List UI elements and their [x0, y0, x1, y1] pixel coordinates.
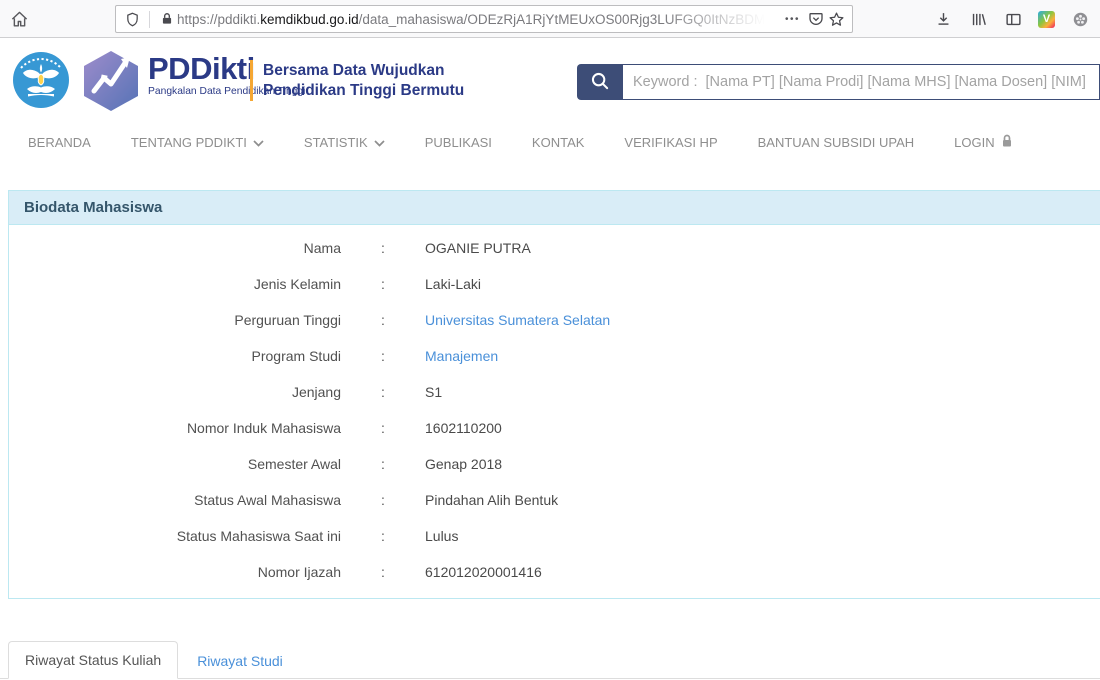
- search-icon: [589, 70, 611, 95]
- extension-v-icon[interactable]: V: [1038, 11, 1055, 28]
- extension-reel-icon[interactable]: [1070, 9, 1090, 29]
- library-icon[interactable]: [968, 9, 988, 29]
- biodata-row-jenis-kelamin: Jenis Kelamin:Laki-Laki: [9, 266, 1100, 302]
- nav-bantuan-subsidi-upah[interactable]: BANTUAN SUBSIDI UPAH: [758, 135, 915, 150]
- chevron-down-icon: [374, 135, 385, 150]
- nav-login[interactable]: LOGIN: [954, 134, 1012, 151]
- page-actions-icon[interactable]: •••: [785, 14, 800, 25]
- program-studi-link[interactable]: Manajemen: [425, 348, 498, 364]
- biodata-panel-body: Nama:OGANIE PUTRA Jenis Kelamin:Laki-Lak…: [9, 225, 1100, 598]
- bookmark-star-icon[interactable]: [826, 9, 846, 29]
- brand-tagline: Bersama Data Wujudkan Pendidikan Tinggi …: [263, 61, 464, 101]
- tagline-line2: Pendidikan Tinggi Bermutu: [263, 81, 464, 101]
- perguruan-tinggi-link[interactable]: Universitas Sumatera Selatan: [425, 312, 610, 328]
- home-icon[interactable]: [8, 8, 30, 30]
- biodata-row-program-studi: Program Studi:Manajemen: [9, 338, 1100, 374]
- biodata-panel: Biodata Mahasiswa Nama:OGANIE PUTRA Jeni…: [8, 190, 1100, 599]
- biodata-row-status-awal: Status Awal Mahasiswa:Pindahan Alih Bent…: [9, 482, 1100, 518]
- main-nav: BERANDA TENTANG PDDIKTI STATISTIK PUBLIK…: [0, 120, 1100, 165]
- nav-kontak[interactable]: KONTAK: [532, 135, 585, 150]
- search-button[interactable]: [577, 64, 623, 100]
- nav-publikasi[interactable]: PUBLIKASI: [425, 135, 492, 150]
- biodata-panel-title: Biodata Mahasiswa: [9, 191, 1100, 225]
- tagline-line1: Bersama Data Wujudkan: [263, 61, 464, 81]
- nav-tentang-pddikti[interactable]: TENTANG PDDIKTI: [131, 135, 264, 150]
- url-path: /data_mahasiswa/ODEzRjA1RjYtMEUxOS00Rjg3…: [359, 12, 766, 27]
- biodata-row-nim: Nomor Induk Mahasiswa:1602110200: [9, 410, 1100, 446]
- biodata-row-nama: Nama:OGANIE PUTRA: [9, 230, 1100, 266]
- url-domain: kemdikbud.go.id: [260, 12, 358, 27]
- nav-beranda[interactable]: BERANDA: [28, 135, 91, 150]
- chevron-down-icon: [253, 135, 264, 150]
- tab-riwayat-status-kuliah[interactable]: Riwayat Status Kuliah: [8, 641, 178, 679]
- tab-riwayat-studi[interactable]: Riwayat Studi: [181, 643, 299, 679]
- search-group: [577, 64, 1100, 100]
- lock-icon: [1001, 134, 1013, 151]
- url-bar[interactable]: https://pddikti.kemdikbud.go.id/data_mah…: [115, 5, 853, 33]
- biodata-row-jenjang: Jenjang:S1: [9, 374, 1100, 410]
- browser-toolbar: https://pddikti.kemdikbud.go.id/data_mah…: [0, 0, 1100, 38]
- brand-divider: [250, 60, 253, 101]
- history-tabs: Riwayat Status Kuliah Riwayat Studi: [0, 637, 1100, 679]
- nav-statistik[interactable]: STATISTIK: [304, 135, 385, 150]
- https-lock-icon[interactable]: [157, 9, 177, 29]
- search-input[interactable]: [623, 64, 1100, 100]
- site-header: PDDikti Pangkalan Data Pendidikan Tinggi…: [0, 38, 1100, 120]
- pocket-icon[interactable]: [806, 9, 826, 29]
- urlbar-separator: [149, 11, 150, 28]
- sidebar-toggle-icon[interactable]: [1003, 9, 1023, 29]
- biodata-row-perguruan-tinggi: Perguruan Tinggi:Universitas Sumatera Se…: [9, 302, 1100, 338]
- pddikti-hexagon-logo: [80, 49, 142, 118]
- kemendikbud-logo: [12, 51, 70, 114]
- download-icon[interactable]: [933, 9, 953, 29]
- biodata-row-nomor-ijazah: Nomor Ijazah:612012020001416: [9, 554, 1100, 590]
- url-scheme: https://pddikti.: [177, 12, 260, 27]
- nav-verifikasi-hp[interactable]: VERIFIKASI HP: [624, 135, 717, 150]
- biodata-row-status-saat-ini: Status Mahasiswa Saat ini:Lulus: [9, 518, 1100, 554]
- biodata-row-semester-awal: Semester Awal:Genap 2018: [9, 446, 1100, 482]
- tracking-shield-icon[interactable]: [122, 9, 142, 29]
- url-text: https://pddikti.kemdikbud.go.id/data_mah…: [177, 12, 783, 27]
